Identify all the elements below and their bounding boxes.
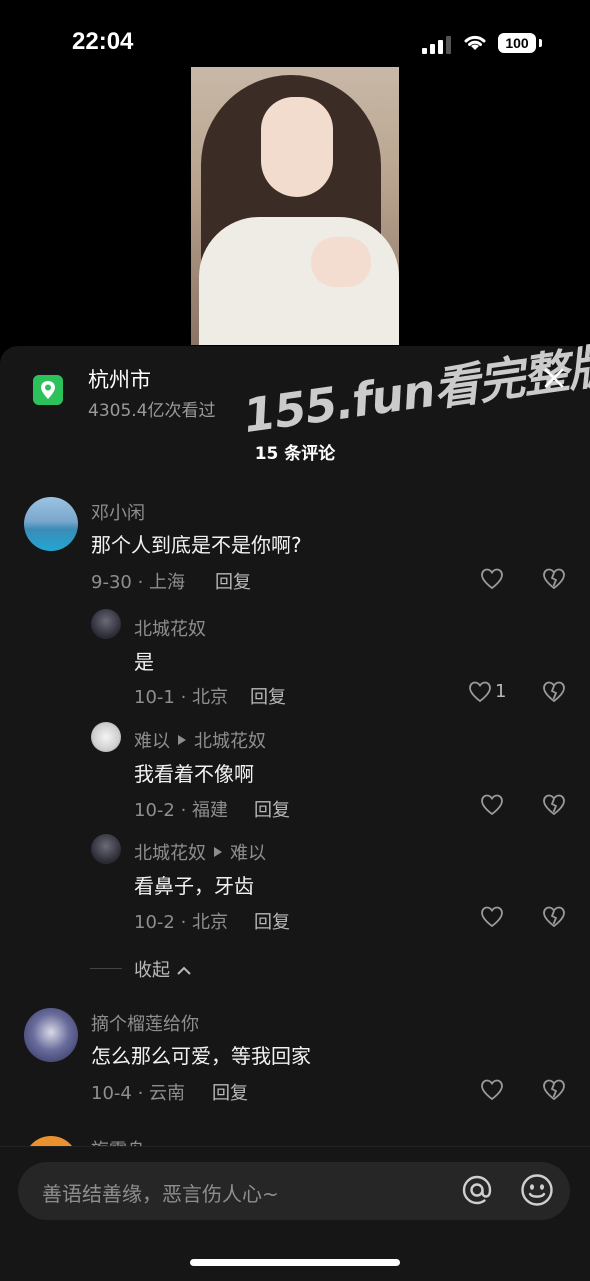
reply-arrow-icon <box>178 735 186 745</box>
collapse-divider <box>90 968 122 969</box>
comment-username[interactable]: 邓小闲 <box>91 499 145 525</box>
reply-arrow-icon <box>214 847 222 857</box>
broken-heart-icon[interactable] <box>542 681 566 703</box>
reply-target-username[interactable]: 北城花奴 <box>194 731 266 752</box>
broken-heart-icon[interactable] <box>542 794 566 816</box>
broken-heart-icon[interactable] <box>542 568 566 590</box>
comment-text: 看鼻子，牙齿 <box>134 874 254 898</box>
home-indicator <box>190 1259 400 1266</box>
comment-username-with-reply-target[interactable]: 难以 北城花奴 <box>134 727 266 753</box>
chevron-up-icon <box>177 966 191 975</box>
comment-text: 我看着不像啊 <box>134 762 254 786</box>
battery-tip <box>539 39 542 47</box>
avatar[interactable] <box>91 722 121 752</box>
video-figure-hand <box>311 237 371 287</box>
status-time: 22:04 <box>72 28 134 55</box>
reply-button[interactable]: 回复 <box>254 908 290 934</box>
avatar[interactable] <box>91 834 121 864</box>
avatar[interactable] <box>24 1008 78 1062</box>
comment-input-placeholder[interactable]: 善语结善缘，恶言伤人心~ <box>42 1178 279 1207</box>
comment-username[interactable]: 摘个榴莲给你 <box>91 1010 199 1036</box>
signal-icon <box>422 34 452 54</box>
location-title[interactable]: 杭州市 <box>88 364 151 394</box>
like-count: 1 <box>495 681 507 702</box>
comment-meta: 10-2 · 福建 <box>134 800 229 821</box>
collapse-replies-button[interactable]: 收起 <box>134 956 192 982</box>
heart-icon[interactable] <box>468 681 492 703</box>
reply-button[interactable]: 回复 <box>215 568 251 594</box>
comment-username[interactable]: 北城花奴 <box>134 843 206 864</box>
reply-button[interactable]: 回复 <box>250 683 286 709</box>
emoji-icon[interactable] <box>519 1172 555 1208</box>
comment-text: 是 <box>134 650 154 674</box>
location-views: 4305.4亿次看过 <box>88 401 216 421</box>
comment-meta: 10-4 · 云南 <box>91 1083 186 1104</box>
avatar[interactable] <box>24 497 78 551</box>
heart-icon[interactable] <box>480 906 504 928</box>
broken-heart-icon[interactable] <box>542 906 566 928</box>
video-figure-cloth <box>199 217 399 345</box>
video-figure-face <box>261 97 333 197</box>
location-pin-icon <box>33 375 63 405</box>
wifi-icon <box>464 35 486 50</box>
avatar[interactable] <box>91 609 121 639</box>
at-mention-icon[interactable] <box>459 1172 495 1208</box>
comment-meta: 9-30 · 上海 <box>91 572 186 593</box>
reply-button[interactable]: 回复 <box>212 1079 248 1105</box>
comment-meta: 10-1 · 北京 <box>134 687 229 708</box>
collapse-label: 收起 <box>134 960 170 981</box>
comment-username-with-reply-target[interactable]: 北城花奴 难以 <box>134 839 266 865</box>
comment-count-title: 15 条评论 <box>254 444 336 464</box>
reply-target-username[interactable]: 难以 <box>230 843 266 864</box>
heart-icon[interactable] <box>480 794 504 816</box>
reply-button[interactable]: 回复 <box>254 796 290 822</box>
comment-text: 怎么那么可爱，等我回家 <box>91 1044 311 1068</box>
heart-icon[interactable] <box>480 1079 504 1101</box>
comment-text: 那个人到底是不是你啊? <box>91 533 302 557</box>
heart-icon[interactable] <box>480 568 504 590</box>
comment-username[interactable]: 难以 <box>134 731 170 752</box>
comment-username[interactable]: 北城花奴 <box>134 615 206 641</box>
comment-meta: 10-2 · 北京 <box>134 912 229 933</box>
video-preview[interactable] <box>191 67 399 345</box>
broken-heart-icon[interactable] <box>542 1079 566 1101</box>
battery-icon: 100 <box>498 33 536 53</box>
